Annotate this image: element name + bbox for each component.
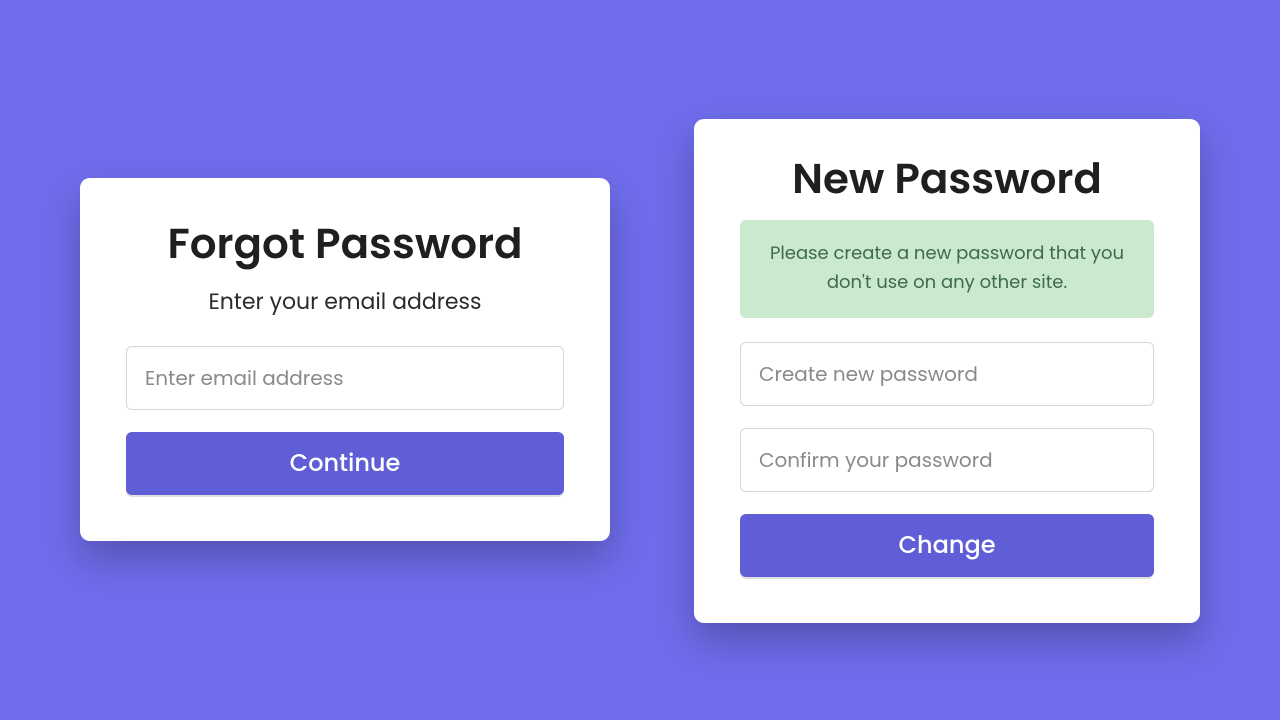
email-field[interactable] [126,346,564,410]
forgot-password-card: Forgot Password Enter your email address… [80,178,610,541]
forgot-subtitle: Enter your email address [126,285,564,318]
confirm-password-field[interactable] [740,428,1154,492]
newpw-title: New Password [740,147,1154,210]
continue-button[interactable]: Continue [126,432,564,495]
new-password-field[interactable] [740,342,1154,406]
new-password-card: New Password Please create a new passwor… [694,119,1200,623]
change-button[interactable]: Change [740,514,1154,577]
password-instruction-alert: Please create a new password that you do… [740,220,1154,318]
forgot-title: Forgot Password [126,212,564,275]
